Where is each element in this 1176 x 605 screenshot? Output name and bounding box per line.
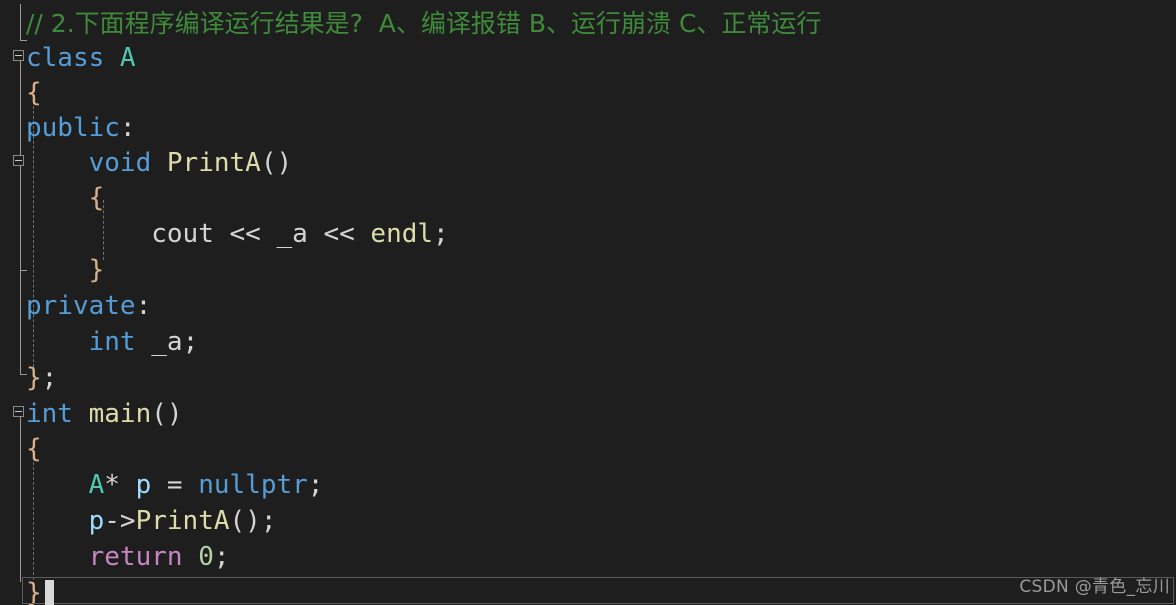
code-token: int	[88, 327, 136, 357]
code-token: ;	[213, 542, 230, 572]
code-line-4[interactable]: public:	[26, 111, 136, 146]
code-token: ;	[41, 363, 58, 393]
code-line-16[interactable]: return 0;	[26, 540, 230, 575]
text-caret	[45, 580, 54, 605]
code-token: ()	[260, 148, 293, 178]
code-token: _a	[276, 219, 308, 249]
code-line-12[interactable]: int main()	[26, 397, 183, 432]
code-token: void	[88, 148, 152, 178]
code-token: ->	[104, 506, 136, 536]
code-line-10[interactable]: int _a;	[26, 325, 199, 360]
code-token: main	[88, 399, 152, 429]
code-line-6[interactable]: {	[26, 181, 105, 216]
code-token: p	[88, 506, 105, 536]
code-token: }	[26, 363, 42, 393]
code-token: }	[88, 255, 105, 285]
code-token: :	[135, 291, 152, 321]
code-token: 0	[198, 542, 214, 572]
code-token: p	[135, 470, 152, 500]
code-token: <<	[213, 219, 277, 249]
code-token: class	[26, 43, 120, 73]
code-token: _a	[151, 327, 183, 357]
code-token: ;	[307, 470, 324, 500]
code-line-5[interactable]: void PrintA()	[26, 146, 293, 181]
code-token: PrintA	[135, 506, 230, 536]
code-token: ()	[151, 399, 183, 429]
code-token: A	[119, 43, 136, 73]
code-token: ;	[182, 327, 199, 357]
code-token: {	[26, 78, 42, 108]
code-token: PrintA	[166, 148, 261, 178]
code-line-2[interactable]: class A	[26, 41, 136, 76]
code-token: int	[26, 399, 73, 429]
code-token: return	[88, 542, 183, 572]
code-token: <<	[307, 219, 371, 249]
code-token: {	[88, 183, 105, 213]
code-token: endl	[370, 219, 434, 249]
code-text-layer[interactable]: // 2.下面程序编译运行结果是? A、编译报错 B、运行崩溃 C、正常运行 cl…	[0, 0, 1176, 605]
code-line-13[interactable]: {	[26, 432, 42, 467]
code-token: ()	[229, 506, 261, 536]
code-line-7[interactable]: cout << _a << endl;	[26, 217, 449, 252]
csdn-watermark: CSDN @青色_忘川	[1019, 577, 1170, 597]
code-token: public	[26, 113, 120, 143]
code-line-3[interactable]: {	[26, 76, 42, 111]
code-token: cout	[151, 219, 214, 249]
code-token: nullptr	[198, 470, 308, 500]
code-token: *	[104, 470, 136, 500]
code-line-8[interactable]: }	[26, 253, 105, 288]
code-line-15[interactable]: p->PrintA();	[26, 504, 277, 539]
code-token: :	[119, 113, 136, 143]
code-token: // 2.下面程序编译运行结果是? A、编译报错 B、运行崩溃 C、正常运行	[26, 9, 822, 38]
code-token: =	[151, 470, 199, 500]
code-line-14[interactable]: A* p = nullptr;	[26, 468, 324, 503]
code-token: private	[26, 291, 136, 321]
code-line-17[interactable]: }	[26, 576, 42, 605]
code-token: }	[26, 578, 42, 605]
code-line-9[interactable]: private:	[26, 289, 151, 324]
code-token: ;	[260, 506, 277, 536]
code-line-1[interactable]: // 2.下面程序编译运行结果是? A、编译报错 B、运行崩溃 C、正常运行	[26, 6, 821, 41]
code-editor-surface[interactable]: // 2.下面程序编译运行结果是? A、编译报错 B、运行崩溃 C、正常运行 cl…	[0, 0, 1176, 605]
code-token: {	[26, 434, 42, 464]
code-token: A	[88, 470, 105, 500]
code-line-11[interactable]: };	[26, 361, 57, 396]
code-token: ;	[433, 219, 449, 249]
